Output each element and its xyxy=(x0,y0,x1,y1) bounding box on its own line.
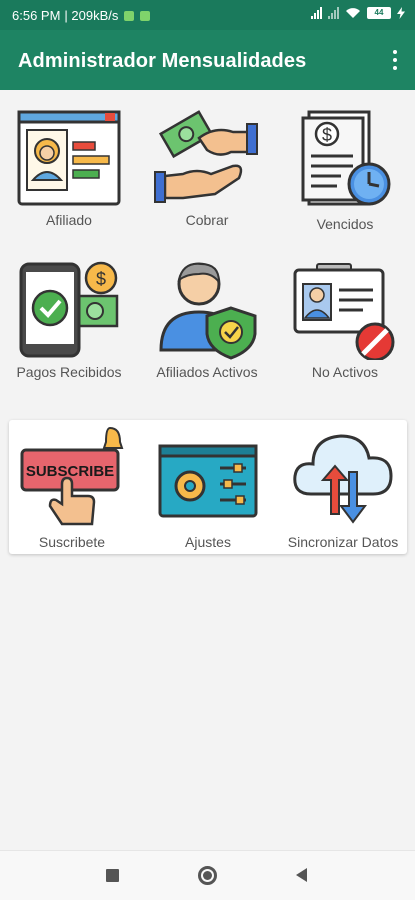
tile-pagos-recibidos[interactable]: $ Pagos Recibidos xyxy=(0,260,138,380)
signal-icon xyxy=(311,7,322,19)
battery-icon: 44 xyxy=(367,7,391,19)
signal-icon xyxy=(328,7,339,19)
svg-text:$: $ xyxy=(322,125,332,145)
tile-label: Pagos Recibidos xyxy=(16,364,122,380)
subscribe-icon: SUBSCRIBE xyxy=(20,426,124,526)
member-profile-icon xyxy=(17,110,121,206)
home-circle-icon[interactable] xyxy=(198,866,217,885)
tile-afiliado[interactable]: Afiliado xyxy=(0,108,138,228)
settings-panel-icon xyxy=(158,444,258,518)
tile-label: Afiliados Activos xyxy=(156,364,258,380)
more-vert-icon[interactable] xyxy=(389,50,401,70)
status-speed: | 209kB/s xyxy=(64,8,119,23)
tile-label: Suscribete xyxy=(38,534,106,550)
id-card-blocked-icon xyxy=(293,263,395,360)
system-nav-bar xyxy=(0,850,415,900)
tile-label: Cobrar xyxy=(185,212,229,228)
tile-sincronizar-datos[interactable]: Sincronizar Datos xyxy=(279,424,407,550)
svg-text:$: $ xyxy=(96,269,106,289)
tile-label: No Activos xyxy=(311,364,379,380)
tile-label: Afiliado xyxy=(46,212,92,228)
tile-label: Sincronizar Datos xyxy=(287,534,399,550)
status-time: 6:56 PM xyxy=(12,8,61,23)
tile-afiliados-activos[interactable]: Afiliados Activos xyxy=(138,260,276,380)
tile-cobrar[interactable]: Cobrar xyxy=(138,108,276,228)
invoice-clock-icon: $ xyxy=(301,110,391,206)
tile-ajustes[interactable]: Ajustes xyxy=(143,424,273,550)
back-triangle-icon[interactable] xyxy=(296,868,307,882)
app-bar: Administrador Mensualidades xyxy=(0,30,415,90)
app-title: Administrador Mensualidades xyxy=(18,50,307,72)
tile-no-activos[interactable]: No Activos xyxy=(276,260,414,380)
secondary-actions-card: SUBSCRIBE Suscribete Ajustes Sincronizar… xyxy=(9,420,407,554)
tile-label: Vencidos xyxy=(316,216,374,232)
tile-label: Ajustes xyxy=(185,534,231,550)
tile-suscribete[interactable]: SUBSCRIBE Suscribete xyxy=(9,424,135,550)
wifi-icon xyxy=(346,8,360,18)
cloud-sync-icon xyxy=(293,434,393,524)
phone-payment-icon: $ xyxy=(19,261,119,358)
user-shield-icon xyxy=(159,262,257,360)
tile-vencidos[interactable]: $ Vencidos xyxy=(276,108,414,232)
notification-icon xyxy=(124,10,135,21)
status-bar: 6:56 PM | 209kB/s 44 xyxy=(0,0,415,30)
charge-money-hands-icon xyxy=(154,110,258,203)
charging-icon xyxy=(397,7,405,19)
recents-square-icon[interactable] xyxy=(106,869,119,882)
notification-icon xyxy=(140,10,151,21)
